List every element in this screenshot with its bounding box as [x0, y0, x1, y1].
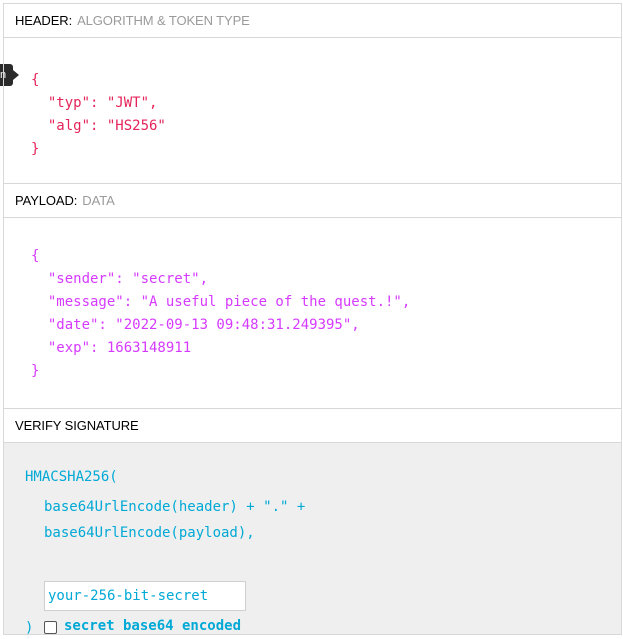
payload-panel-bar: PAYLOAD: DATA [4, 184, 621, 218]
header-json-line: "typ": "JWT", [31, 95, 158, 111]
header-json-line: } [31, 141, 40, 157]
payload-json-line: } [31, 363, 40, 379]
payload-panel: PAYLOAD: DATA { "sender": "secret", "mes… [3, 183, 622, 409]
secret-base64-checkbox[interactable] [44, 621, 57, 634]
payload-json-line: "exp": 1663148911 [31, 340, 192, 356]
header-json-line: { [31, 72, 40, 88]
payload-json-line: "message": "A useful piece of the quest.… [31, 294, 411, 310]
signature-body: HMACSHA256( base64UrlEncode(header) + ".… [4, 443, 621, 636]
verify-panel-bar: VERIFY SIGNATURE [4, 409, 621, 443]
header-json-editor[interactable]: { "typ": "JWT", "alg": "HS256" } [4, 38, 621, 184]
header-panel-bar: HEADER: ALGORITHM & TOKEN TYPE [4, 4, 621, 38]
verify-panel-title: VERIFY SIGNATURE [15, 418, 139, 433]
header-panel: HEADER: ALGORITHM & TOKEN TYPE { "typ": … [3, 3, 622, 184]
payload-json-line: "date": "2022-09-13 09:48:31.249395", [31, 317, 360, 333]
payload-json-line: "sender": "secret", [31, 271, 209, 287]
signature-header-encode: base64UrlEncode(header) + "." + [44, 499, 306, 515]
payload-panel-subtitle: DATA [82, 193, 115, 208]
signature-function-name: HMACSHA256( [25, 469, 118, 485]
verify-signature-panel: VERIFY SIGNATURE HMACSHA256( base64UrlEn… [3, 408, 622, 636]
header-json-line: "alg": "HS256" [31, 118, 166, 134]
header-panel-title: HEADER: [15, 13, 73, 28]
payload-json-editor[interactable]: { "sender": "secret", "message": "A usef… [4, 218, 621, 409]
signature-payload-encode: base64UrlEncode(payload), [44, 525, 255, 541]
header-panel-subtitle: ALGORITHM & TOKEN TYPE [77, 13, 250, 28]
payload-json-line: { [31, 248, 40, 264]
secret-base64-label[interactable]: secret base64 encoded [64, 616, 241, 636]
secret-input[interactable] [44, 581, 246, 611]
payload-panel-title: PAYLOAD: [15, 193, 78, 208]
signature-close-paren: ) [25, 620, 34, 636]
